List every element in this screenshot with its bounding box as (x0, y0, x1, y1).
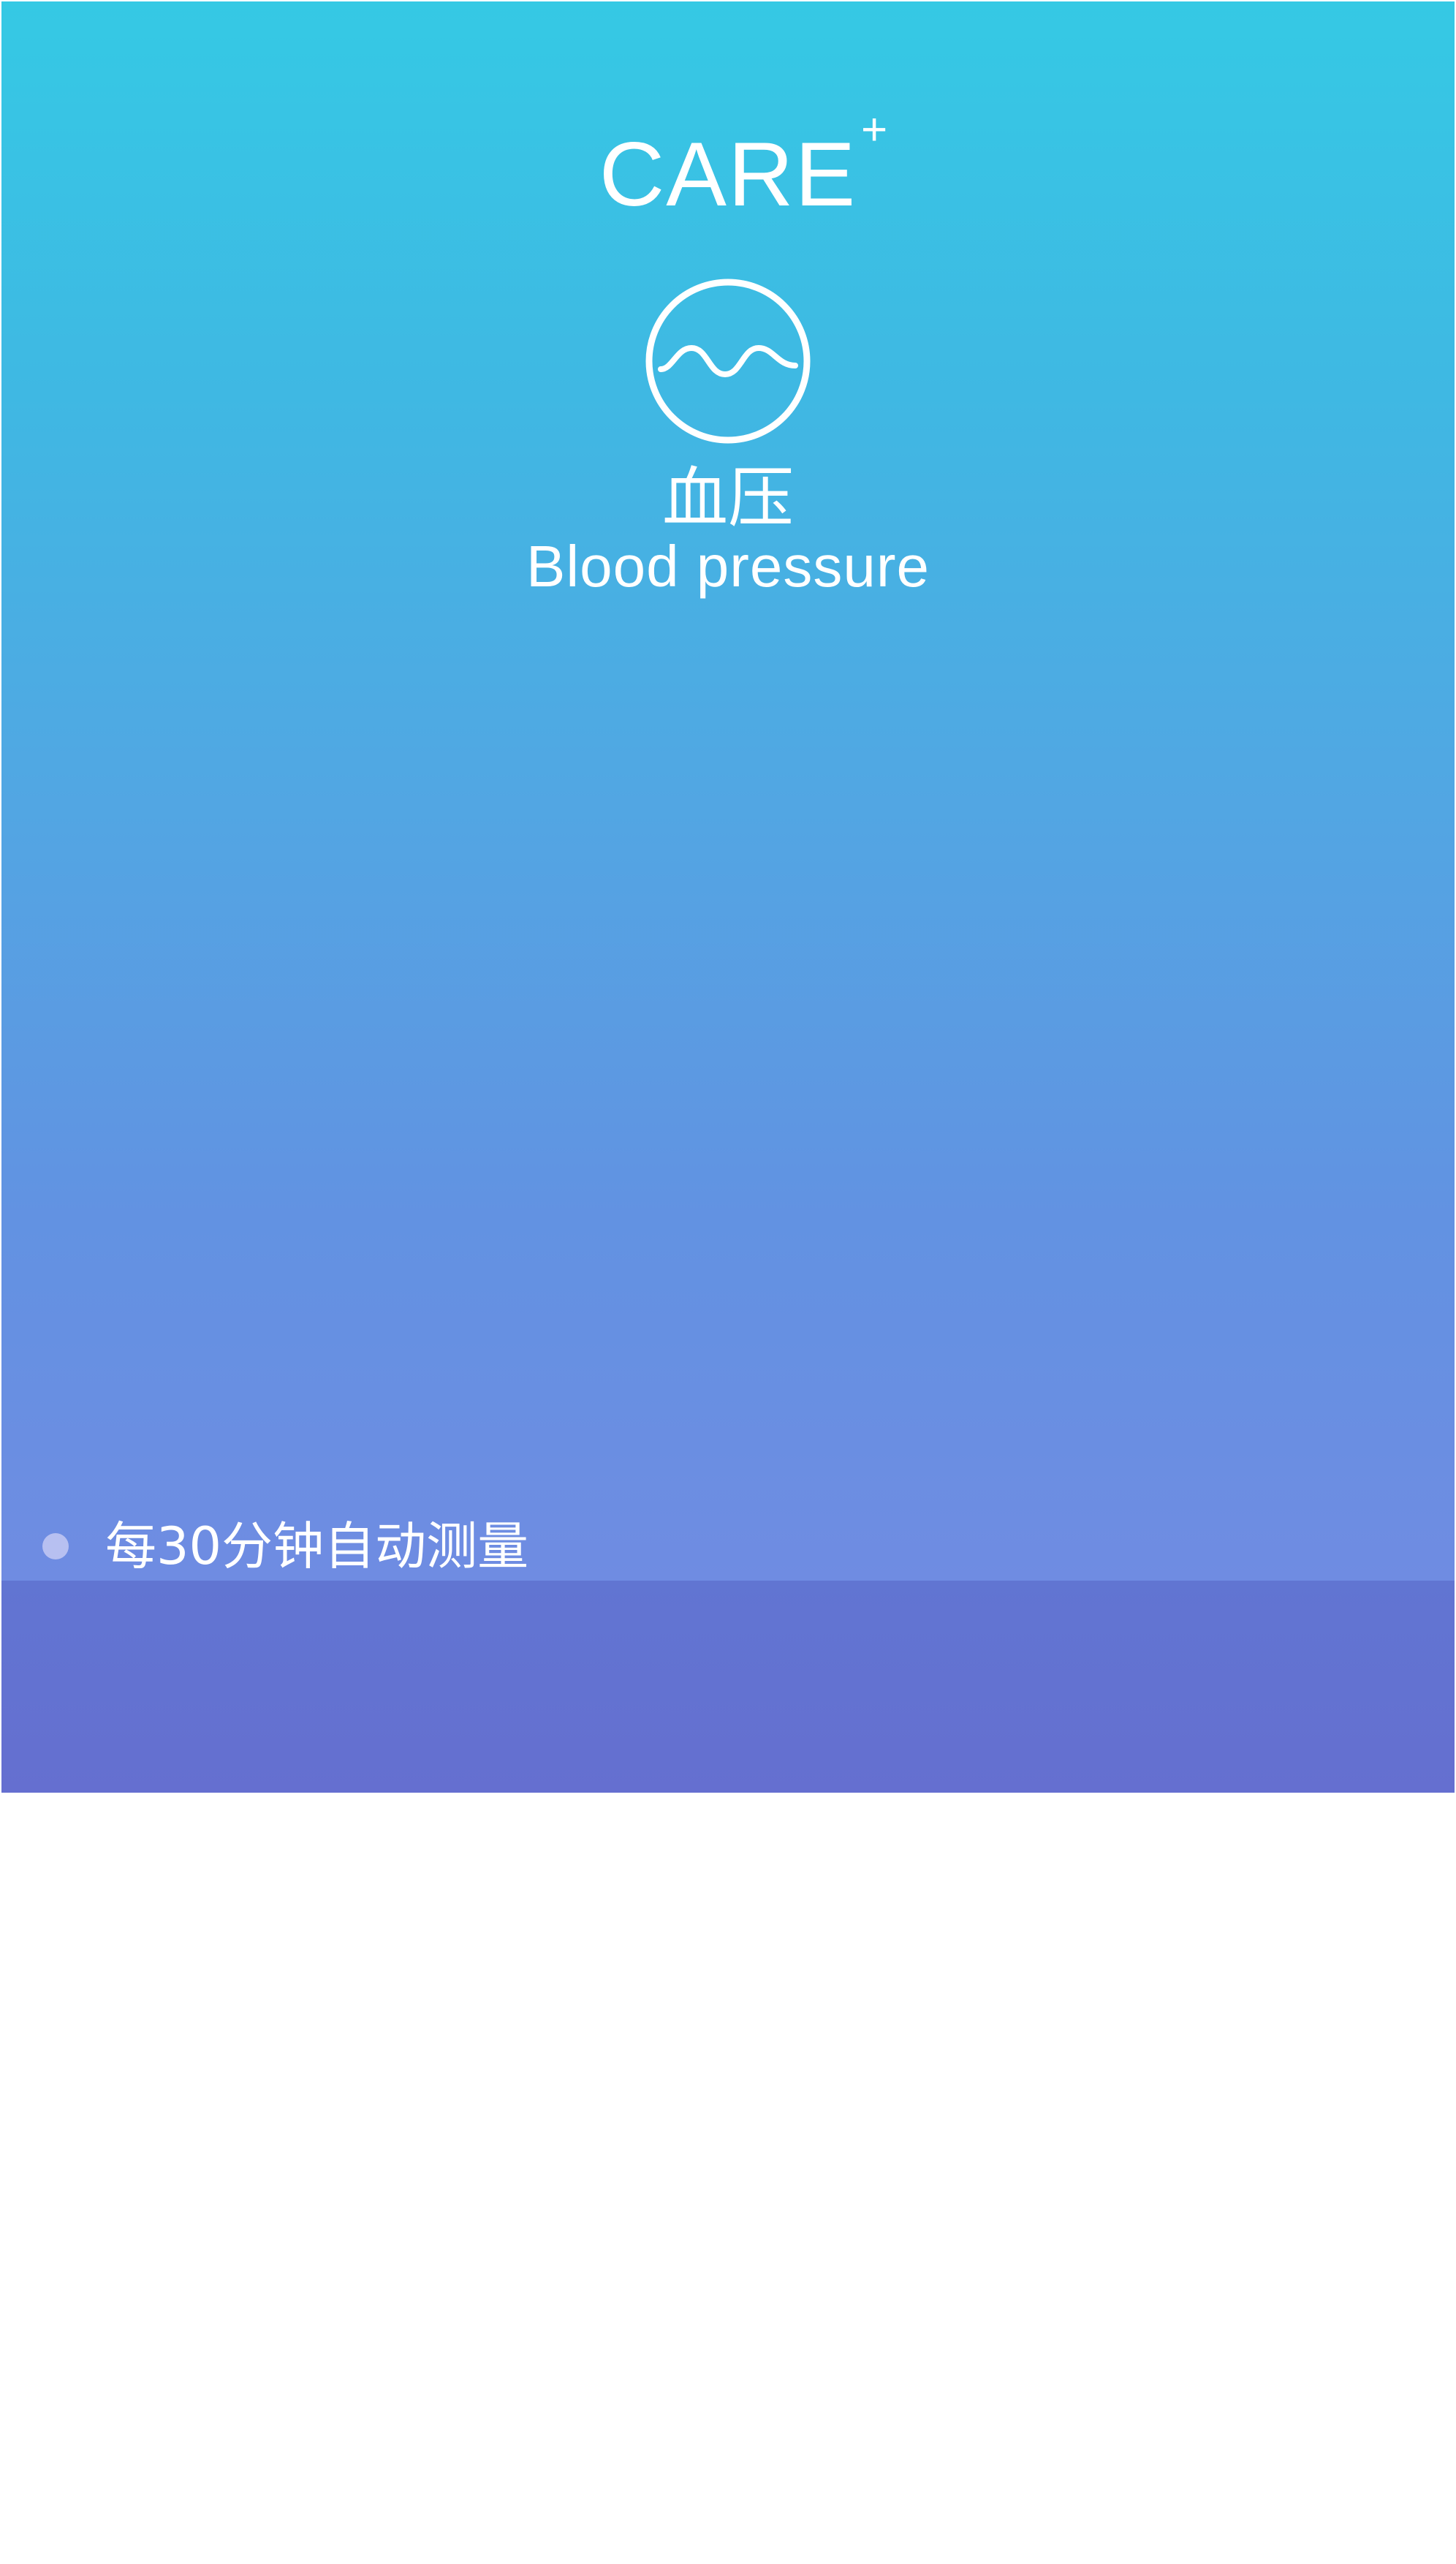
logo-word: CARE (599, 124, 857, 225)
page-title-cn: 血压 (662, 460, 794, 537)
logo-plus-mark: + (861, 105, 890, 155)
brand-logo: CARE + (1, 107, 1455, 221)
logo-text: CARE + (599, 107, 888, 221)
feature-list-item: 每30分钟自动测量 (42, 1513, 528, 1579)
feature-text: 每30分钟自动测量 (105, 1516, 529, 1576)
bottom-band (1, 1581, 1455, 1793)
page-title-en: Blood pressure (526, 534, 930, 599)
bullet-dot-icon (42, 1533, 69, 1559)
blood-pressure-screen: CARE + 血压 Blood pressure 每30分钟自动测量 (1, 1, 1455, 1793)
wave-circle-icon (645, 278, 811, 445)
